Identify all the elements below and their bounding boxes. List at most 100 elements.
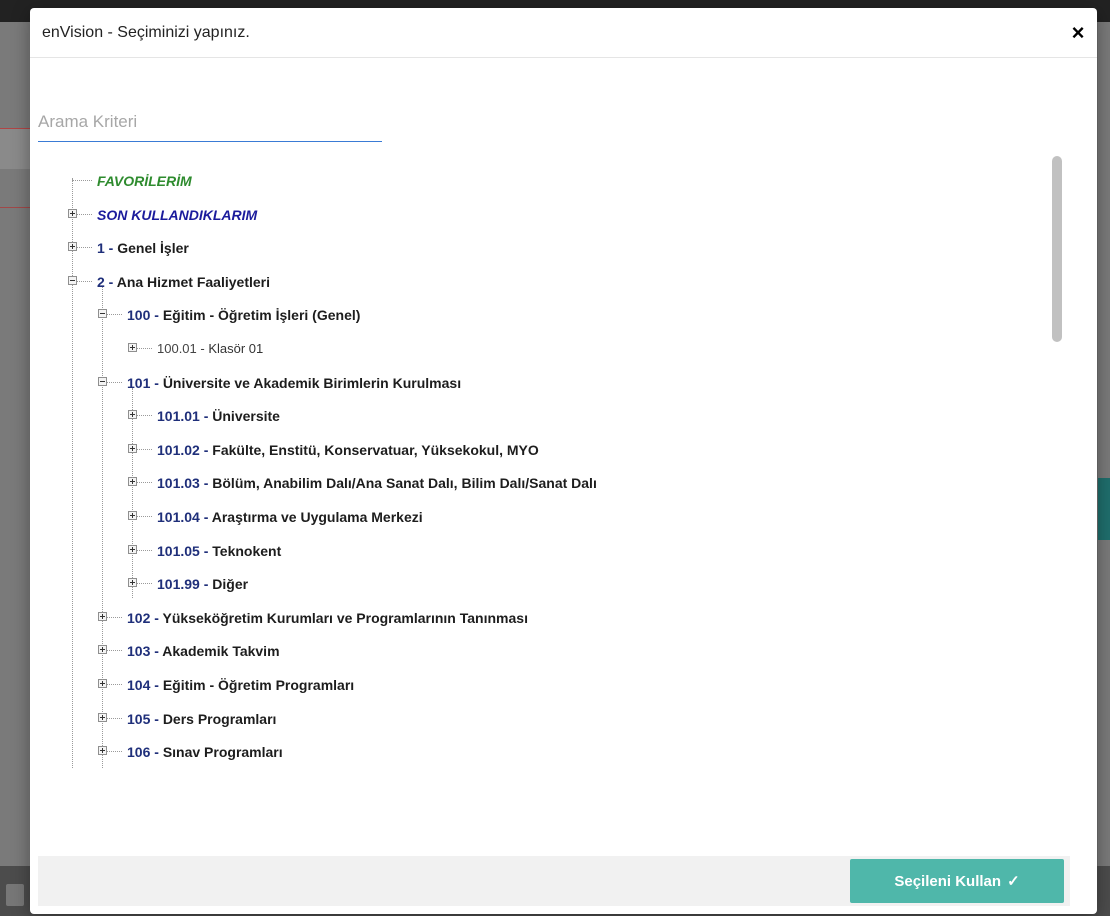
expand-icon[interactable]	[128, 511, 137, 520]
tree-node-label[interactable]: SON KULLANDIKLARIM	[97, 204, 257, 226]
expand-icon[interactable]	[128, 410, 137, 420]
tree-node[interactable]: 105 - Ders Programları	[30, 708, 1040, 730]
tree-node-text: Eğitim - Öğretim İşleri (Genel)	[162, 307, 361, 324]
expand-icon[interactable]	[68, 208, 77, 218]
tree-node-code: 1 -	[97, 240, 118, 257]
tree-node-label[interactable]: 100.01 - Klasör 01	[157, 338, 263, 360]
tree-node[interactable]: 104 - Eğitim - Öğretim Programları	[30, 674, 1040, 696]
expand-icon[interactable]	[128, 343, 137, 352]
tree-node-text: Ana Hizmet Faaliyetleri	[116, 273, 270, 290]
tree-node-text: Üniversite ve Akademik Birimlerin Kurulm…	[162, 374, 462, 391]
tree-node[interactable]: 101.05 - Teknokent	[30, 540, 1040, 562]
tree-node-text: Akademik Takvim	[162, 643, 280, 660]
tree-node-label[interactable]: 101.02 - Fakülte, Enstitü, Konservatuar,…	[157, 439, 539, 461]
selection-modal: enVision - Seçiminizi yapınız. × FAVORİL…	[30, 8, 1097, 914]
tree-node-label[interactable]: 105 - Ders Programları	[127, 708, 276, 730]
expand-icon[interactable]	[128, 544, 137, 554]
tree-node-text: Sınav Programları	[162, 744, 283, 761]
expand-icon[interactable]	[128, 477, 137, 487]
collapse-icon[interactable]	[98, 376, 107, 386]
collapse-icon[interactable]	[98, 309, 107, 319]
classification-tree: FAVORİLERİM SON KULLANDIKLARIM 1 - Genel İ…	[30, 158, 1070, 778]
tree-scrollbar-thumb[interactable]	[1052, 156, 1062, 342]
tree-node-text: Araştırma ve Uygulama Merkezi	[211, 509, 423, 525]
collapse-icon[interactable]	[68, 275, 77, 285]
tree-node[interactable]: 102 - Yükseköğretim Kurumları ve Program…	[30, 607, 1040, 629]
tree-node[interactable]: SON KULLANDIKLARIM	[30, 204, 1040, 226]
expand-icon[interactable]	[98, 645, 107, 655]
tree-node-text: Ders Programları	[162, 710, 277, 727]
modal-title: enVision - Seçiminizi yapınız.	[42, 24, 250, 41]
tree-node-code: 102 -	[127, 609, 163, 626]
tree-node[interactable]: 101.01 - Üniversite	[30, 405, 1040, 427]
tree-node-label[interactable]: 103 - Akademik Takvim	[127, 640, 280, 662]
tree-node-code: 101 -	[127, 374, 163, 391]
tree-node-code: 101.04 -	[157, 509, 212, 525]
modal-footer: Seçileni Kullan ✓	[38, 856, 1070, 906]
tree-node-code: 101.02 -	[157, 441, 213, 458]
tree-node-code: 105 -	[127, 710, 163, 727]
tree-node-text: Genel İşler	[117, 240, 189, 257]
use-selected-label: Seçileni Kullan	[894, 873, 1002, 890]
modal-header: enVision - Seçiminizi yapınız. ×	[30, 8, 1097, 58]
tree-node-label[interactable]: 2 - Ana Hizmet Faaliyetleri	[97, 271, 270, 293]
tree-node-label[interactable]: 101.04 - Araştırma ve Uygulama Merkezi	[157, 506, 423, 528]
tree-node[interactable]: 2 - Ana Hizmet Faaliyetleri	[30, 271, 1040, 293]
expand-icon[interactable]	[98, 746, 107, 756]
tree-node-code: 101.03 -	[157, 475, 213, 492]
tree-node-code: 2 -	[97, 273, 117, 290]
tree-node-label[interactable]: FAVORİLERİM	[97, 170, 192, 192]
tree-node-label[interactable]: 102 - Yükseköğretim Kurumları ve Program…	[127, 607, 528, 629]
tree-node[interactable]: 101.04 - Araştırma ve Uygulama Merkezi	[30, 506, 1040, 528]
tree-node-text: Klasör 01	[208, 341, 264, 356]
expand-icon[interactable]	[68, 242, 77, 252]
close-icon[interactable]: ×	[1066, 20, 1090, 46]
tree-node-text: SON KULLANDIKLARIM	[97, 206, 258, 223]
tree-node-text: Fakülte, Enstitü, Konservatuar, Yüksekok…	[212, 441, 539, 458]
tree-node-code: 101.01 -	[157, 408, 213, 425]
tree-node[interactable]: 103 - Akademik Takvim	[30, 640, 1040, 662]
tree-node[interactable]: 101.02 - Fakülte, Enstitü, Konservatuar,…	[30, 439, 1040, 461]
tree-node[interactable]: 101 - Üniversite ve Akademik Birimlerin …	[30, 372, 1040, 394]
tree-node[interactable]: FAVORİLERİM	[30, 170, 1040, 192]
tree-node[interactable]: 106 - Sınav Programları	[30, 741, 1040, 763]
background-right-panel	[1098, 22, 1110, 916]
tree-node-text: Bölüm, Anabilim Dalı/Ana Sanat Dalı, Bil…	[212, 475, 597, 492]
tree-node-label[interactable]: 106 - Sınav Programları	[127, 741, 283, 763]
tree-node-code: 100.01 -	[157, 341, 209, 356]
tree-node-label[interactable]: 104 - Eğitim - Öğretim Programları	[127, 674, 354, 696]
tree-node-code: 101.99 -	[157, 576, 213, 593]
tree-node-code: 100 -	[127, 307, 163, 324]
tree-node-label[interactable]: 1 - Genel İşler	[97, 237, 189, 259]
tree-node-text: Yükseköğretim Kurumları ve Programlarını…	[162, 609, 528, 626]
tree-node[interactable]: 101.03 - Bölüm, Anabilim Dalı/Ana Sanat …	[30, 472, 1040, 494]
tree-node-label[interactable]: 101 - Üniversite ve Akademik Birimlerin …	[127, 372, 461, 394]
tree-node-label[interactable]: 100 - Eğitim - Öğretim İşleri (Genel)	[127, 304, 360, 326]
background-divider	[0, 207, 30, 208]
tree-node[interactable]: 101.99 - Diğer	[30, 573, 1040, 595]
expand-icon[interactable]	[98, 679, 107, 688]
tree-node-label[interactable]: 101.99 - Diğer	[157, 573, 248, 595]
expand-icon[interactable]	[128, 443, 137, 453]
expand-icon[interactable]	[98, 712, 107, 722]
search-criteria-input[interactable]	[38, 102, 382, 142]
tree-node-code: 101.05 -	[157, 542, 213, 559]
tree-node[interactable]: 1 - Genel İşler	[30, 237, 1040, 259]
tree-node-text: FAVORİLERİM	[97, 173, 192, 189]
tree-node-label[interactable]: 101.01 - Üniversite	[157, 405, 280, 427]
tree-node-text: Teknokent	[212, 542, 282, 559]
expand-icon[interactable]	[98, 611, 107, 621]
expand-icon[interactable]	[128, 578, 137, 588]
tree-node[interactable]: 100 - Eğitim - Öğretim İşleri (Genel)	[30, 304, 1040, 326]
tree-node-text: Üniversite	[212, 408, 280, 425]
tree-node-code: 106 -	[127, 744, 163, 761]
tree-node-label[interactable]: 101.03 - Bölüm, Anabilim Dalı/Ana Sanat …	[157, 472, 597, 494]
tree-node-text: Diğer	[212, 576, 249, 593]
tree-node-code: 104 -	[127, 677, 163, 693]
background-file-icon	[6, 884, 24, 906]
tree-node[interactable]: 100.01 - Klasör 01	[30, 338, 1040, 360]
use-selected-button[interactable]: Seçileni Kullan ✓	[850, 859, 1064, 903]
tree-node-text: Eğitim - Öğretim Programları	[162, 677, 355, 693]
tree-node-label[interactable]: 101.05 - Teknokent	[157, 540, 281, 562]
check-icon: ✓	[1007, 873, 1020, 890]
